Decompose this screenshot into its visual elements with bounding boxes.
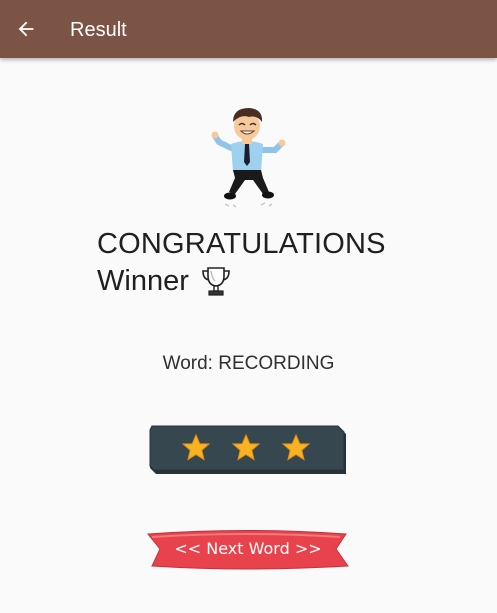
app-bar: Result bbox=[0, 0, 497, 58]
next-word-label: << Next Word >> bbox=[174, 539, 321, 558]
jumping-man-illustration bbox=[211, 108, 286, 208]
word-label: Word: RECORDING bbox=[162, 353, 335, 374]
page-title: Result bbox=[70, 19, 127, 41]
back-button[interactable] bbox=[10, 13, 42, 45]
star-rating-board bbox=[149, 425, 346, 474]
winner-label: Winner bbox=[97, 265, 189, 297]
next-word-button[interactable]: << Next Word >> bbox=[146, 526, 350, 572]
winner-line: Winner bbox=[97, 263, 233, 299]
arrow-back-icon bbox=[18, 21, 34, 37]
congratulations-heading: CONGRATULATIONS bbox=[97, 228, 386, 260]
trophy-icon bbox=[202, 267, 230, 296]
